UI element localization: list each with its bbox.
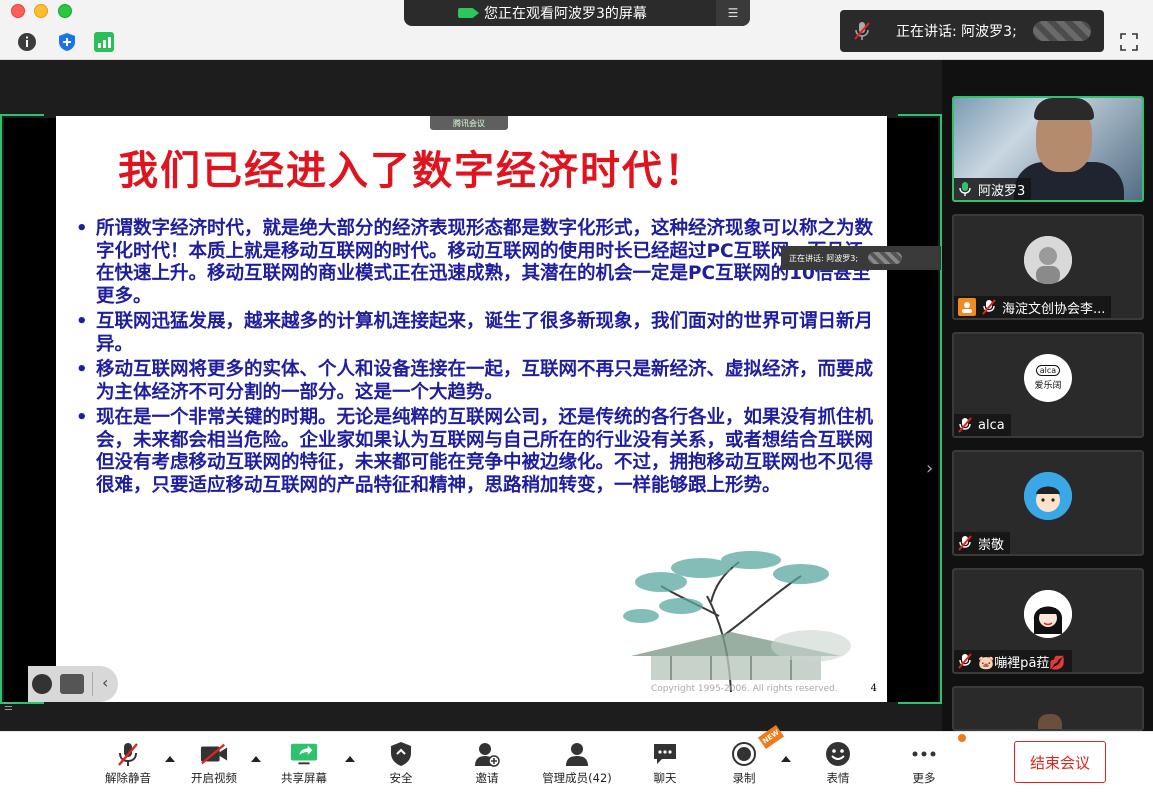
participant-tile[interactable] — [952, 686, 1144, 731]
screen-share-banner: 您正在观看阿波罗3的屏幕 ☰ — [404, 0, 750, 26]
slide-bullets: • 所谓数字经济时代，就是绝大部分的经济表现形态都是数字化形式，这种经济现象可以… — [76, 218, 876, 500]
avatar — [1024, 590, 1072, 638]
fullscreen-icon[interactable] — [1118, 31, 1140, 53]
chevron-left-icon[interactable]: ‹ — [102, 673, 108, 692]
participant-name-tag: 阿波罗3 — [954, 178, 1032, 200]
avatar — [1024, 236, 1072, 284]
reactions-button[interactable]: 表情 — [813, 732, 863, 794]
video-off-icon — [200, 741, 228, 767]
bullet-text: 现在是一个非常关键的时期。无论是纯粹的互联网公司，还是传统的各行各业，如果没有抓… — [96, 407, 874, 496]
participant-sidebar: 阿波罗3 海淀文创协会李... alca 爱乐阔 alca 崇敬 🐷嘣裡pā菈💋 — [942, 60, 1153, 731]
participants-icon — [563, 741, 591, 767]
mic-muted-icon — [958, 535, 972, 551]
share-screen-button[interactable]: 共享屏幕 — [272, 732, 336, 794]
mic-muted-icon — [854, 22, 870, 40]
record-icon — [730, 741, 758, 767]
audio-options-caret[interactable] — [165, 756, 175, 762]
info-icon[interactable] — [16, 31, 38, 53]
mic-muted-icon — [958, 417, 972, 433]
participant-name-tag: 崇敬 — [954, 532, 1011, 554]
bullet-item: • 互联网迅猛发展，越来越多的计算机连接起来，诞生了很多新现象，我们面对的世界可… — [76, 311, 876, 356]
decorative-painting — [611, 546, 869, 692]
manage-participants-button[interactable]: 管理成员(42) — [537, 732, 617, 794]
share-options-caret[interactable] — [345, 756, 355, 762]
security-button[interactable]: 安全 — [376, 732, 426, 794]
video-options-caret[interactable] — [251, 756, 261, 762]
chat-icon — [651, 741, 679, 767]
close-window-button[interactable] — [11, 4, 25, 18]
shield-icon[interactable] — [56, 31, 78, 53]
menu-icon[interactable]: ☰ — [716, 0, 750, 26]
participant-name-tag: 海淀文创协会李... — [954, 296, 1112, 318]
notification-dot — [958, 734, 966, 742]
more-button[interactable]: 更多 — [900, 732, 948, 794]
speaking-label: 正在讲话: 阿波罗3; — [896, 24, 1017, 40]
avatar: alca 爱乐阔 — [1024, 354, 1072, 402]
participant-name-tag: 🐷嘣裡pā菈💋 — [954, 650, 1072, 672]
speaking-indicator: 正在讲话: 阿波罗3; — [840, 10, 1104, 52]
list-toggle-icon[interactable]: ☰ — [4, 702, 20, 716]
security-shield-icon — [387, 741, 415, 767]
bullet-item: • 所谓数字经济时代，就是绝大部分的经济表现形态都是数字化形式，这种经济现象可以… — [76, 218, 876, 308]
zoom-window-button[interactable] — [58, 4, 72, 18]
network-signal-icon[interactable] — [93, 31, 115, 53]
shared-screen-area: 腾讯会议 我们已经进入了数字经济时代！ • 所谓数字经济时代，就是绝大部分的经济… — [0, 60, 942, 731]
mic-muted-icon — [114, 741, 142, 767]
invite-button[interactable]: 邀请 — [462, 732, 512, 794]
end-meeting-button[interactable]: 结束会议 — [1014, 741, 1106, 783]
speaker-avatar-blur — [1032, 21, 1091, 41]
participant-tile[interactable]: 🐷嘣裡pā菈💋 — [952, 568, 1144, 674]
avatar — [1024, 472, 1072, 520]
letterbox-left — [4, 118, 58, 702]
chat-bubble-icon[interactable] — [60, 674, 84, 694]
in-share-speaking-overlay: 正在讲话: 阿波罗3; — [781, 246, 941, 270]
meeting-window: 您正在观看阿波罗3的屏幕 ☰ 正在讲话: 阿波罗3; 腾讯会议 我们已经进入了数… — [0, 0, 1153, 794]
participant-tile[interactable]: alca 爱乐阔 alca — [952, 332, 1144, 438]
chevron-right-icon[interactable]: › — [926, 458, 933, 479]
host-icon — [958, 298, 976, 316]
meeting-toolbar: 解除静音 开启视频 共享屏幕 安全 邀请 管理成员(42) 聊天 录制 NEW … — [0, 724, 1153, 794]
chat-button[interactable]: 聊天 — [640, 732, 690, 794]
bullet-text: 互联网迅猛发展，越来越多的计算机连接起来，诞生了很多新现象，我们面对的世界可谓日… — [96, 311, 874, 355]
participant-name-tag: alca — [954, 414, 1011, 436]
participant-tile[interactable]: 阿波罗3 — [952, 96, 1144, 202]
add-user-icon — [473, 741, 501, 767]
more-dots-icon — [910, 741, 938, 767]
floating-reaction-bar: ‹ — [28, 666, 118, 702]
slide-title: 我们已经进入了数字经济时代！ — [118, 148, 706, 194]
bullet-item: • 移动互联网将更多的实体、个人和设备连接在一起，互联网不再只是新经济、虚拟经济… — [76, 359, 876, 404]
presentation-slide: 腾讯会议 我们已经进入了数字经济时代！ • 所谓数字经济时代，就是绝大部分的经济… — [56, 116, 887, 702]
share-screen-icon — [290, 741, 318, 767]
participant-tile[interactable]: 海淀文创协会李... — [952, 214, 1144, 320]
image-watermark: Copyright 1995-2006. All rights reserved… — [651, 684, 838, 694]
mic-muted-icon — [982, 299, 996, 315]
participant-video-partial — [1038, 714, 1062, 729]
camera-icon — [458, 8, 479, 18]
banner-text: 您正在观看阿波罗3的屏幕 — [484, 6, 647, 22]
bullet-text: 移动互联网将更多的实体、个人和设备连接在一起，互联网不再只是新经济、虚拟经济，而… — [96, 359, 874, 403]
bullet-text: 所谓数字经济时代，就是绝大部分的经济表现形态都是数字化形式，这种经济现象可以称之… — [96, 218, 874, 307]
title-bar: 您正在观看阿波罗3的屏幕 ☰ 正在讲话: 阿波罗3; — [0, 0, 1153, 60]
bullet-item: • 现在是一个非常关键的时期。无论是纯粹的互联网公司，还是传统的各行各业，如果没… — [76, 407, 876, 497]
mic-on-icon — [959, 182, 971, 196]
slide-page-number: 4 — [870, 683, 877, 694]
smiley-icon — [824, 741, 852, 767]
emoji-icon[interactable] — [32, 674, 52, 694]
meeting-tag: 腾讯会议 — [430, 116, 508, 130]
participant-tile[interactable]: 崇敬 — [952, 450, 1144, 556]
record-options-caret[interactable] — [781, 756, 791, 762]
start-video-button[interactable]: 开启视频 — [186, 732, 242, 794]
minimize-window-button[interactable] — [34, 4, 48, 18]
unmute-button[interactable]: 解除静音 — [100, 732, 156, 794]
letterbox-right — [886, 118, 938, 702]
mic-muted-icon — [958, 653, 972, 669]
